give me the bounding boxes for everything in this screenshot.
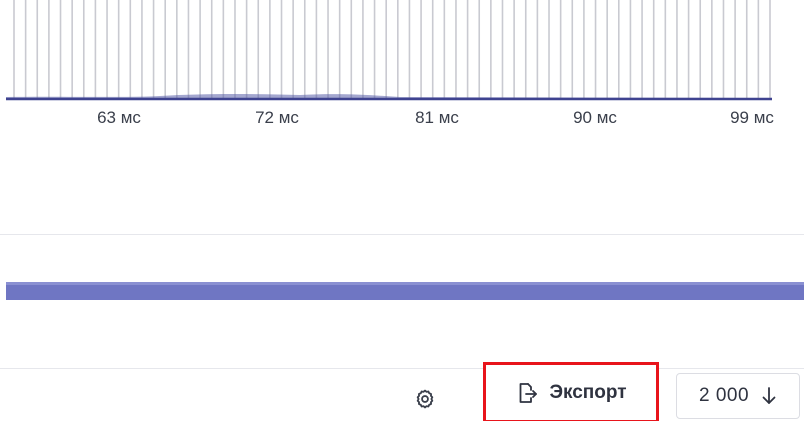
- export-label: Экспорт: [549, 381, 627, 403]
- latency-histogram-plot: [6, 0, 772, 101]
- latency-histogram: 63 мс 72 мс 81 мс 90 мс 99 мс: [0, 0, 804, 135]
- x-tick-label: 90 мс: [573, 108, 617, 127]
- x-tick-label: 63 мс: [97, 108, 141, 127]
- export-icon: [515, 381, 539, 405]
- gear-icon: [414, 388, 436, 410]
- trace-timeline-bar[interactable]: [6, 282, 804, 300]
- rows-limit-value: 2 000: [698, 385, 750, 406]
- x-tick-label: 72 мс: [255, 108, 299, 127]
- x-tick-label: 81 мс: [415, 108, 459, 127]
- export-button[interactable]: Экспорт: [483, 362, 659, 421]
- section-divider: [0, 234, 804, 235]
- x-tick-label: 99 мс: [730, 108, 774, 127]
- rows-limit-select[interactable]: 2 000: [676, 373, 800, 419]
- settings-button[interactable]: [411, 385, 439, 413]
- arrow-down-icon: [761, 386, 777, 406]
- table-toolbar: Экспорт 2 000: [0, 362, 804, 421]
- page: 63 мс 72 мс 81 мс 90 мс 99 мс Экспорт 2 …: [0, 0, 804, 421]
